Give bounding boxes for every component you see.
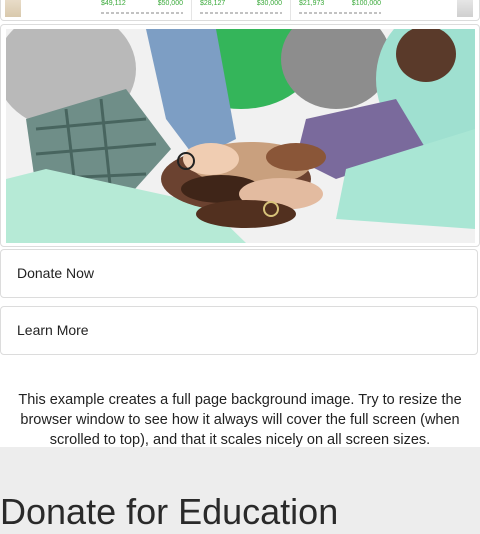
- donate-now-button[interactable]: Donate Now: [0, 249, 478, 298]
- campaign-thumbnail[interactable]: [5, 0, 21, 17]
- campaign-item[interactable]: $49,112 $50,000: [101, 0, 183, 20]
- campaign-meta-text: [200, 12, 282, 14]
- campaign-thumbnail[interactable]: [457, 0, 473, 17]
- campaign-strip: $49,112 $50,000 $28,127 $30,000 $21,973 …: [0, 0, 480, 21]
- hero-image: [6, 29, 475, 243]
- campaign-goal-amount: $50,000: [157, 0, 183, 7]
- image-card: [0, 24, 480, 247]
- campaign-goal-amount: $30,000: [256, 0, 282, 7]
- learn-more-label: Learn More: [17, 322, 89, 338]
- campaign-raised-amount: $49,112: [101, 0, 126, 7]
- divider: [290, 0, 291, 20]
- campaign-raised-amount: $28,127: [200, 0, 226, 7]
- learn-more-button[interactable]: Learn More: [0, 306, 478, 355]
- description-text: This example creates a full page backgro…: [18, 391, 462, 448]
- campaign-meta-text: [299, 12, 381, 14]
- campaign-item[interactable]: $28,127 $30,000: [200, 0, 282, 20]
- section-title: Donate for Education: [0, 491, 339, 532]
- donate-now-label: Donate Now: [17, 265, 95, 281]
- divider: [191, 0, 192, 20]
- stacked-hands-photo-icon: [6, 29, 475, 243]
- campaign-item[interactable]: $21,973 $100,000: [299, 0, 381, 20]
- campaign-meta-text: [101, 12, 183, 14]
- campaign-goal-amount: $100,000: [351, 0, 381, 7]
- campaign-raised-amount: $21,973: [299, 0, 325, 7]
